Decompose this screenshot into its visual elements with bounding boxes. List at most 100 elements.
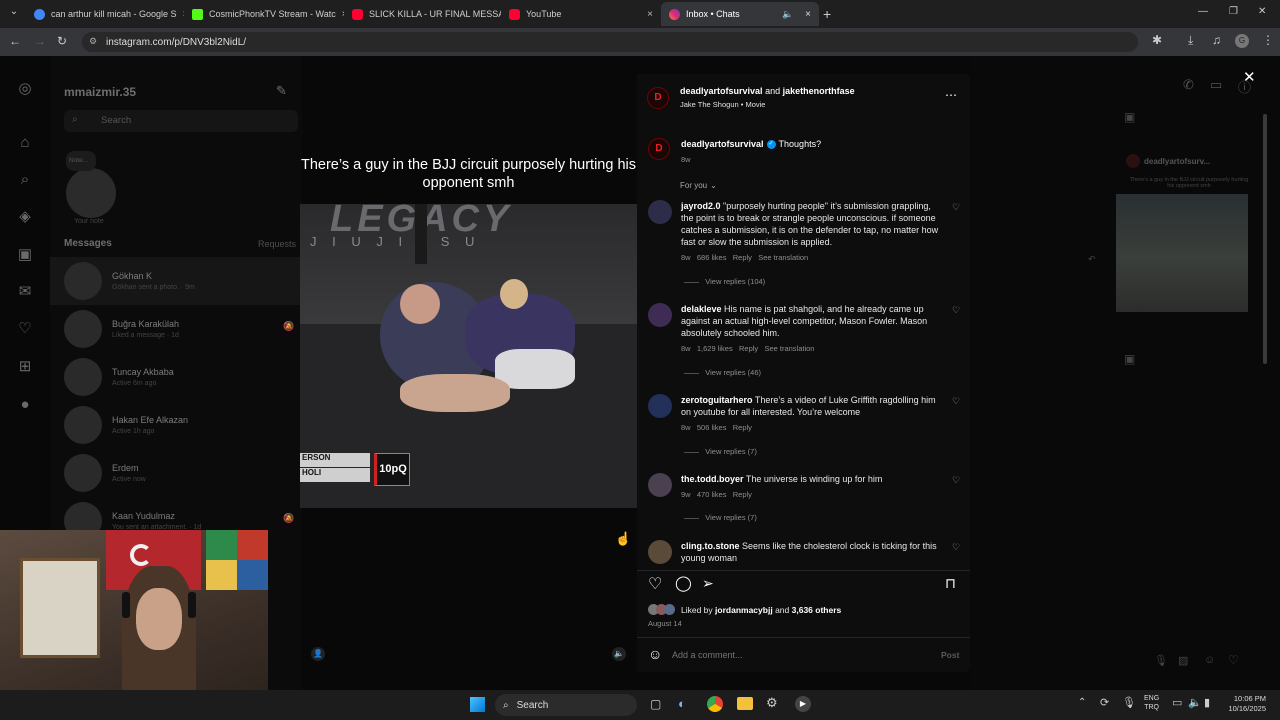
view-replies[interactable]: —— View replies (104) <box>684 277 765 286</box>
like-count[interactable]: 506 likes <box>697 423 727 432</box>
mic-icon[interactable]: 🎙 <box>1122 696 1136 709</box>
tab-youtube[interactable]: YouTube × <box>501 2 661 26</box>
conversation-row[interactable]: Erdem Active now <box>50 449 300 497</box>
maximize-button[interactable]: ❐ <box>1229 6 1238 17</box>
like-count[interactable]: 686 likes <box>697 253 727 262</box>
heart-icon[interactable]: ♡ <box>16 320 34 338</box>
like-count[interactable]: 1,629 likes <box>697 344 733 353</box>
tab-instagram[interactable]: Inbox • Chats 🔈 × <box>661 2 819 26</box>
messenger-icon[interactable]: ✉ <box>16 283 34 301</box>
download-icon[interactable]: ⤓ <box>1188 33 1193 48</box>
search-icon[interactable]: ⌕ <box>16 171 34 189</box>
taskbar-search[interactable]: ⌕ Search <box>495 694 637 716</box>
heart-icon[interactable]: ♡ <box>1228 653 1239 667</box>
conversation-row[interactable]: Buğra Karakülah Liked a message · 1d 🔕 <box>50 305 300 353</box>
avatar[interactable] <box>648 303 672 327</box>
conversation-row[interactable]: Hakan Efe Alkazan Active 1h ago <box>50 401 300 449</box>
sticker-icon[interactable]: ☺ <box>1204 654 1215 666</box>
more-options-icon[interactable]: ⋯ <box>945 88 957 102</box>
window-close-button[interactable]: ✕ <box>1258 6 1266 17</box>
battery-icon[interactable]: ▮ <box>1204 696 1210 709</box>
tab-youtube-video[interactable]: SLICK KILLA - UR FINAL MESSA × <box>344 2 501 26</box>
see-translation-link[interactable]: See translation <box>764 344 814 353</box>
comment-icon[interactable]: ◯ <box>675 574 692 592</box>
close-icon[interactable]: × <box>805 9 811 20</box>
conversation-row[interactable]: Tuncay Akbaba Active 6m ago <box>50 353 300 401</box>
video-call-icon[interactable]: ▭ <box>1210 77 1222 93</box>
comment-input[interactable] <box>672 647 922 663</box>
view-replies[interactable]: —— View replies (46) <box>684 368 761 377</box>
like-icon[interactable]: ♡ <box>648 574 662 594</box>
comment-username[interactable]: delakleve <box>681 304 722 314</box>
media-player-icon[interactable]: ▶ <box>795 696 811 712</box>
avatar[interactable] <box>648 200 672 224</box>
tab-kick[interactable]: CosmicPhonkTV Stream - Watc × <box>184 2 344 26</box>
sync-icon[interactable]: ⟳ <box>1100 696 1109 709</box>
like-heart-icon[interactable]: ♡ <box>952 475 960 486</box>
note-bubble[interactable]: Note... <box>66 151 96 171</box>
volume-icon[interactable]: 🔈 <box>1188 696 1202 709</box>
tab-google[interactable]: can arthur kill micah - Google S × <box>26 2 184 26</box>
network-icon[interactable]: ▭ <box>1172 696 1182 709</box>
media-icon[interactable]: ♫ <box>1212 33 1221 47</box>
share-icon[interactable]: ➢ <box>702 575 714 592</box>
audio-link[interactable]: Jake The Shogun • Movie <box>680 100 765 109</box>
home-icon[interactable]: ⌂ <box>16 134 34 152</box>
reels-icon[interactable]: ▣ <box>16 246 34 264</box>
shared-post-thumbnail[interactable] <box>1116 194 1248 312</box>
file-explorer-icon[interactable] <box>737 697 753 710</box>
like-heart-icon[interactable]: ♡ <box>952 202 960 213</box>
conversation-row[interactable]: Gökhan K Gökhan sent a photo. · 9m <box>50 257 300 305</box>
address-bar[interactable]: ⚙ instagram.com/p/DNV3bl2NidL/ <box>82 32 1138 52</box>
modal-close-icon[interactable]: ✕ <box>1243 68 1256 86</box>
reply-link[interactable]: Reply <box>739 344 758 353</box>
reply-link[interactable]: Reply <box>733 490 752 499</box>
instagram-logo-icon[interactable]: ◎ <box>16 80 34 98</box>
extensions-icon[interactable]: ✱ <box>1152 33 1162 47</box>
profile-avatar[interactable]: G <box>1235 34 1249 48</box>
comment-sort[interactable]: For you ⌄ <box>680 181 717 190</box>
requests-link[interactable]: Requests <box>258 239 296 249</box>
comment-username[interactable]: zerotoguitarhero <box>681 395 753 405</box>
author-avatar[interactable]: D <box>648 138 670 160</box>
caption-author[interactable]: deadlyartofsurvival <box>681 139 764 149</box>
reload-icon[interactable]: ↻ <box>57 34 67 48</box>
like-heart-icon[interactable]: ♡ <box>952 542 960 553</box>
avatar[interactable] <box>648 540 672 564</box>
view-replies[interactable]: —— View replies (7) <box>684 513 757 522</box>
create-icon[interactable]: ⊞ <box>16 358 34 376</box>
clock[interactable]: 10:06 PM 10/16/2025 <box>1222 694 1266 714</box>
comment-username[interactable]: the.todd.boyer <box>681 474 744 484</box>
like-heart-icon[interactable]: ♡ <box>952 305 960 316</box>
search-field[interactable]: ⌕ Search <box>64 110 298 132</box>
menu-icon[interactable]: ⋮ <box>1262 33 1274 47</box>
account-username[interactable]: mmaizmir.35 <box>64 85 136 99</box>
new-tab-button[interactable]: + <box>823 6 831 22</box>
volume-icon[interactable]: 🔈 <box>612 647 626 661</box>
chrome-icon[interactable] <box>707 696 723 712</box>
close-icon[interactable]: × <box>647 9 653 20</box>
forward-icon[interactable]: → <box>34 34 46 48</box>
back-icon[interactable]: ← <box>9 34 21 48</box>
liked-by-user[interactable]: jordanmacybjj <box>715 605 773 615</box>
minimize-button[interactable]: — <box>1198 6 1208 17</box>
image-icon[interactable]: ▨ <box>1178 654 1188 667</box>
profile-icon[interactable]: ● <box>16 396 34 414</box>
emoji-icon[interactable]: ☺ <box>648 646 662 662</box>
author-avatar[interactable]: D <box>647 87 669 109</box>
tray-chevron-icon[interactable]: ⌃ <box>1078 697 1086 708</box>
liked-by-others[interactable]: 3,636 others <box>792 605 842 615</box>
your-note-avatar[interactable] <box>66 168 116 218</box>
reply-link[interactable]: Reply <box>733 423 752 432</box>
comment-username[interactable]: jayrod2.0 <box>681 201 721 211</box>
reply-icon[interactable]: ↶ <box>1088 254 1096 265</box>
speaker-icon[interactable]: 🔈 <box>782 9 793 20</box>
compose-icon[interactable]: ✎ <box>276 83 287 99</box>
site-info-icon[interactable]: ⚙ <box>89 36 97 47</box>
copilot-icon[interactable]: ◐ <box>678 696 686 711</box>
explore-icon[interactable]: ◈ <box>16 208 34 226</box>
language-indicator[interactable]: ENG TRQ <box>1144 694 1159 712</box>
view-replies[interactable]: —— View replies (7) <box>684 447 757 456</box>
tagged-user-icon[interactable]: 👤 <box>311 647 325 661</box>
post-button[interactable]: Post <box>941 650 959 660</box>
